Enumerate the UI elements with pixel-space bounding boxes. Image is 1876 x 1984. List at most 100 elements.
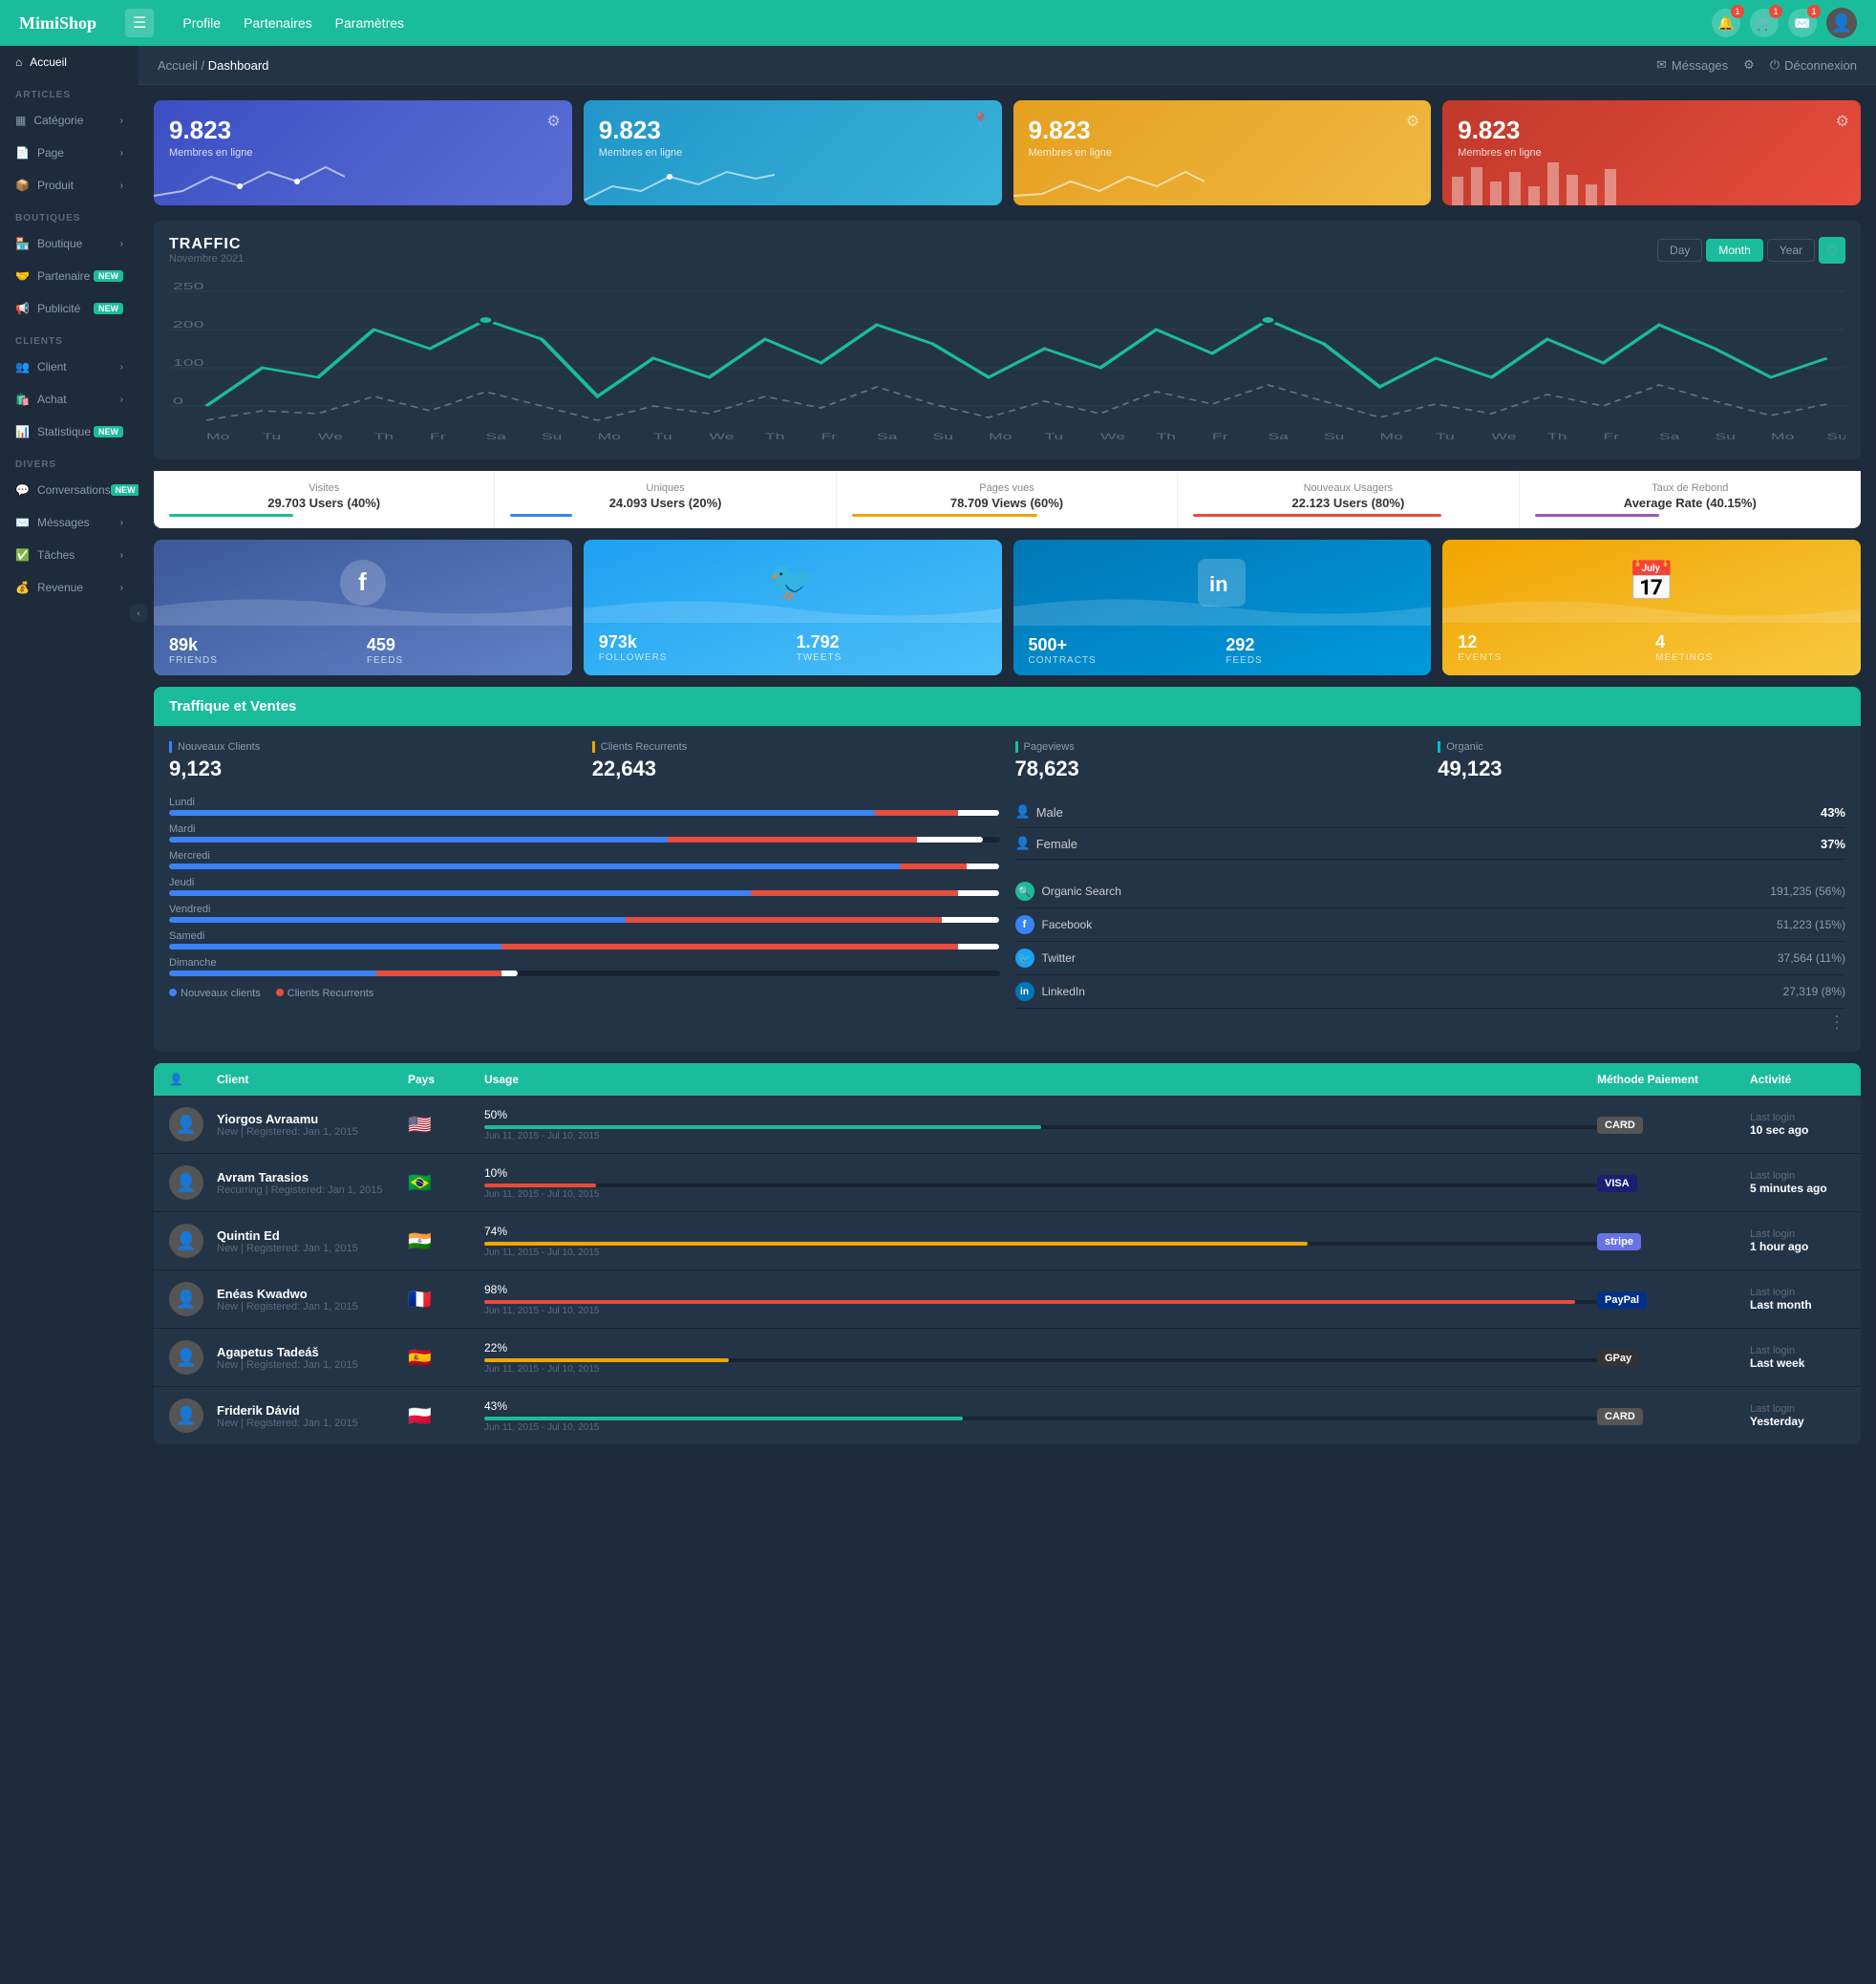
sidebar-item-accueil[interactable]: ⌂ Accueil [0,46,139,78]
stat-card-0: ⚙ 9.823 Membres en ligne [154,100,572,205]
payment-badge-4: GPay [1597,1350,1639,1367]
chevron-right-icon: › [120,518,123,528]
bar-fill-mardi [169,837,1000,843]
bar-row-mardi: Mardi [169,823,1000,843]
tv-recurrents-label: Clients Recurrents [592,741,1000,753]
sidebar-item-conversations[interactable]: 💬Conversations NEW [0,474,139,506]
usage-date-3: Jun 11, 2015 - Jul 10, 2015 [484,1306,1597,1316]
client-activity-0: Last login 10 sec ago [1750,1112,1845,1137]
sidebar-item-revenue[interactable]: 💰Revenue › [0,571,139,604]
sidebar-item-achat[interactable]: 🛍️Achat › [0,383,139,416]
bar-track-mardi [169,837,1000,843]
svg-text:Th: Th [1157,432,1176,441]
sidebar-item-categorie[interactable]: ▦Catégorie › [0,104,139,137]
sidebar-item-page[interactable]: 📄Page › [0,137,139,169]
tv-pageviews-val: 78,623 [1015,757,1423,781]
trafventes-stats-row: Nouveaux Clients 9,123 Clients Recurrent… [169,741,1845,781]
usage-date-0: Jun 11, 2015 - Jul 10, 2015 [484,1131,1597,1141]
gear-icon-0[interactable]: ⚙ [546,112,560,131]
bar-red-mardi [668,837,917,843]
gear-icon-2[interactable]: ⚙ [1406,112,1419,131]
usage-fill-2 [484,1242,1308,1246]
traffic-btn-month[interactable]: Month [1706,239,1762,262]
traffic-filter-button[interactable]: ⬡ [1819,237,1845,264]
tv-pageviews-label: Pageviews [1015,741,1423,753]
chevron-right-icon: › [120,550,123,561]
sidebar-item-client[interactable]: 👥Client › [0,351,139,383]
table-row[interactable]: 👤 Avram Tarasios Recurring | Registered:… [154,1154,1861,1212]
nav-parametres[interactable]: Paramètres [335,15,404,31]
mini-chart-1 [584,158,775,205]
bar-track-samedi [169,944,1000,949]
table-row[interactable]: 👤 Quintin Ed New | Registered: Jan 1, 20… [154,1212,1861,1270]
notification-envelope[interactable]: ✉️1 [1788,9,1817,37]
activity-val-4: Last week [1750,1356,1845,1370]
client-sub-1: Recurring | Registered: Jan 1, 2015 [217,1184,408,1196]
tstat-visites: Visites 29.703 Users (40%) [154,471,495,528]
dot-recurrents [276,989,284,996]
bar-white-vendredi [942,917,1000,923]
gear-icon-1[interactable]: 📍 [971,112,991,131]
facebook-feeds-num: 459 [367,635,557,655]
messages-action[interactable]: ✉ Méssages [1656,57,1728,73]
sidebar-item-boutique[interactable]: 🏪Boutique › [0,227,139,260]
topnav-right: 🔔1 🛒1 ✉️1 👤 [1712,8,1857,38]
client-flag-2: 🇮🇳 [408,1229,484,1253]
table-row[interactable]: 👤 Agapetus Tadeáš New | Registered: Jan … [154,1329,1861,1387]
bar-red-vendredi [626,917,941,923]
menu-icon[interactable]: ☰ [125,9,154,37]
notification-cart[interactable]: 🛒1 [1750,9,1779,37]
nav-profile[interactable]: Profile [182,15,221,31]
chevron-right-icon: › [120,362,123,373]
bar-red-samedi [501,944,958,949]
bar-blue-vendredi [169,917,626,923]
stat-cards-grid: ⚙ 9.823 Membres en ligne 📍 9.823 Membres… [139,85,1876,221]
statistique-icon: 📊 [15,425,30,438]
svg-text:Sa: Sa [1659,432,1680,441]
client-avatar-3: 👤 [169,1282,203,1316]
bar-blue-lundi [169,810,875,816]
client-avatar-4: 👤 [169,1340,203,1375]
source-row-twitter: 🐦 Twitter 37,564 (11%) [1015,942,1846,975]
sidebar-item-messages[interactable]: ✉️Méssages › [0,506,139,539]
settings-action[interactable]: ⚙ [1743,57,1755,73]
svg-text:200: 200 [173,320,204,331]
svg-text:Su: Su [933,432,953,441]
sidebar-item-statistique[interactable]: 📊Statistique NEW [0,416,139,448]
user-avatar[interactable]: 👤 [1826,8,1857,38]
bar-row-vendredi: Vendredi [169,904,1000,923]
sidebar-item-taches[interactable]: ✅Tâches › [0,539,139,571]
traffic-btn-year[interactable]: Year [1767,239,1815,262]
tstat-uniques: Uniques 24.093 Users (20%) [495,471,836,528]
table-row[interactable]: 👤 Enéas Kwadwo New | Registered: Jan 1, … [154,1270,1861,1329]
notification-bell[interactable]: 🔔1 [1712,9,1740,37]
bar-fill-dimanche [169,971,1000,976]
sidebar-item-produit[interactable]: 📦Produit › [0,169,139,202]
svg-text:Tu: Tu [263,432,282,441]
more-options-icon[interactable]: ⋮ [1015,1009,1846,1036]
sidebar-item-partenaire[interactable]: 🤝Partenaire NEW [0,260,139,292]
sidebar-item-publicite[interactable]: 📢Publicité NEW [0,292,139,325]
bar-blue-dimanche [169,971,376,976]
client-avatar-2: 👤 [169,1224,203,1258]
svg-text:Tu: Tu [653,432,672,441]
table-row[interactable]: 👤 Yiorgos Avraamu New | Registered: Jan … [154,1096,1861,1154]
usage-bar-4 [484,1358,1597,1362]
messages-icon: ✉️ [15,516,30,529]
gear-icon-3[interactable]: ⚙ [1836,112,1849,131]
twitter-followers: 973k FOLLOWERS [599,632,789,663]
linkedin-feeds-label: FEEDS [1226,655,1416,666]
legend-recurrents: Clients Recurrents [276,988,373,999]
chevron-right-icon: › [120,395,123,405]
breadcrumb-separator: / [202,58,208,73]
traffic-btn-day[interactable]: Day [1657,239,1702,262]
social-card-facebook: f 89k FRIENDS 459 FEEDS [154,540,572,675]
disconnect-action[interactable]: ⏻ Déconnexion [1770,57,1857,73]
breadcrumb-home[interactable]: Accueil [158,58,198,73]
nav-partenaires[interactable]: Partenaires [244,15,312,31]
tstat-pagesvues: Pages vues 78.709 Views (60%) [837,471,1178,528]
sidebar-toggle-button[interactable]: ‹ [129,604,148,623]
tv-pageviews: Pageviews 78,623 [1015,741,1423,781]
usage-fill-1 [484,1184,596,1187]
table-row[interactable]: 👤 Friderik Dávid New | Registered: Jan 1… [154,1387,1861,1444]
